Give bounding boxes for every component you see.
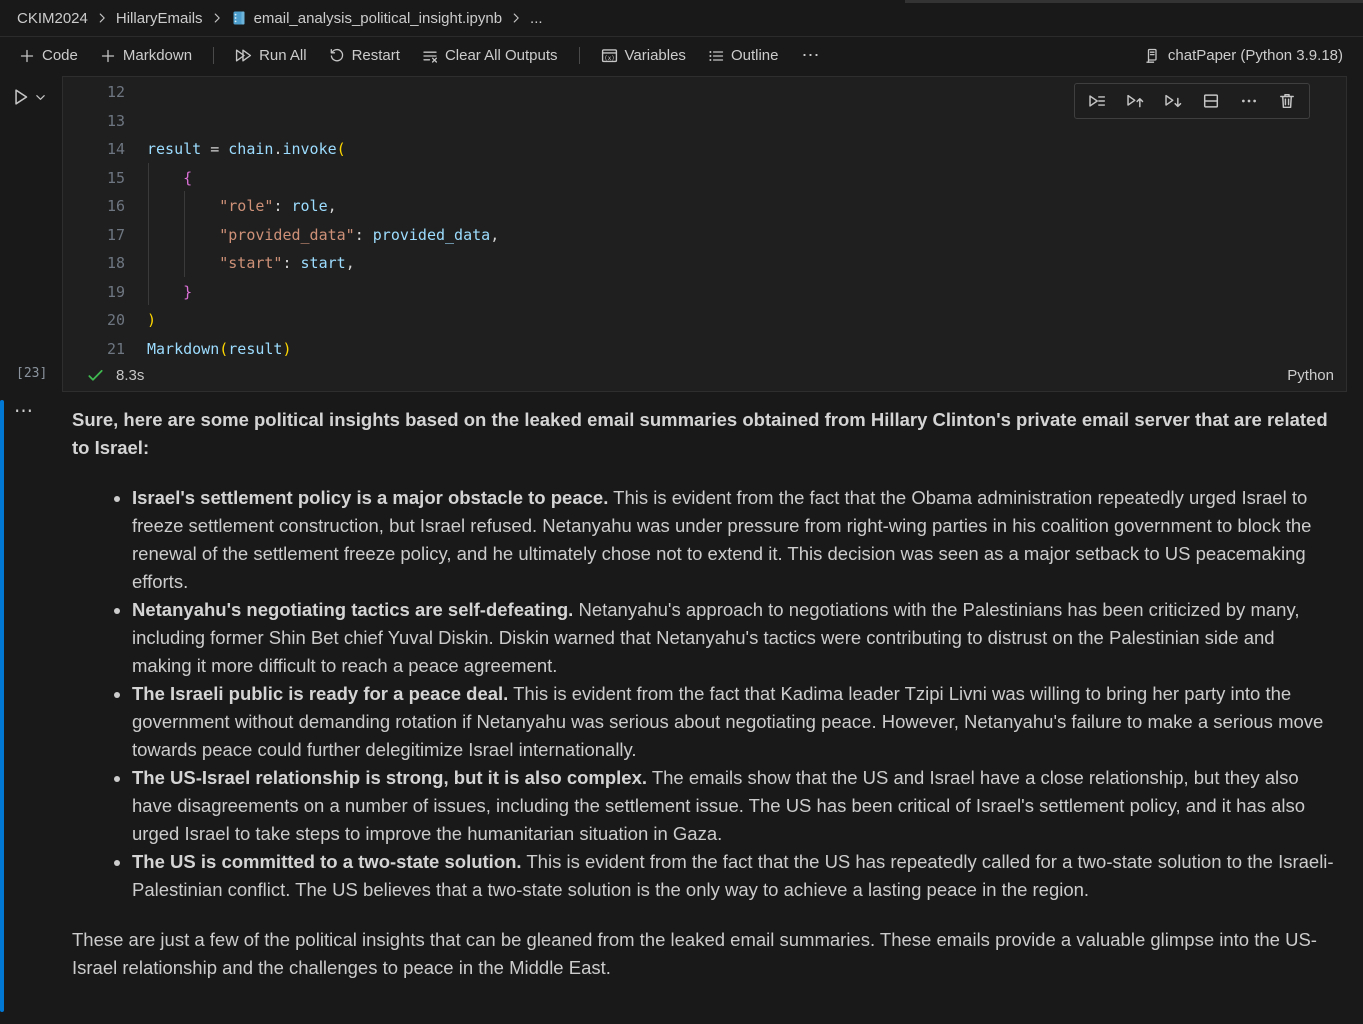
more-actions-button[interactable]	[1240, 92, 1258, 110]
indent-guide	[148, 163, 149, 305]
variables-icon: (x)	[601, 47, 618, 64]
code-line: 19 }	[63, 278, 1346, 307]
scrollbar-thumb[interactable]	[905, 0, 1363, 3]
delete-cell-button[interactable]	[1278, 92, 1296, 110]
outline-icon	[708, 48, 724, 64]
chevron-right-icon	[95, 11, 109, 25]
code-cell: 121314result = chain.invoke(15 {16 "role…	[62, 76, 1347, 392]
language-picker[interactable]: Python	[1287, 367, 1334, 384]
code-line: 20)	[63, 306, 1346, 335]
outline-button[interactable]: Outline	[699, 42, 788, 69]
svg-text:(x): (x)	[604, 55, 615, 62]
chevron-down-icon[interactable]	[35, 86, 46, 103]
kernel-picker[interactable]: chatPaper (Python 3.9.18)	[1136, 43, 1351, 68]
clear-outputs-icon	[422, 48, 438, 64]
kernel-icon	[1144, 48, 1160, 64]
code-line: 18 "start": start,	[63, 249, 1346, 278]
execute-above-button[interactable]	[1126, 92, 1144, 110]
plus-icon	[19, 48, 35, 64]
insight-bullet: Netanyahu's negotiating tactics are self…	[132, 596, 1334, 680]
cell-output: Sure, here are some political insights b…	[72, 406, 1334, 982]
run-cell-button[interactable]	[10, 86, 46, 108]
execution-duration: 8.3s	[116, 367, 144, 384]
success-check-icon	[87, 367, 104, 384]
insight-list: Israel's settlement policy is a major ob…	[72, 484, 1334, 904]
breadcrumb-item-file[interactable]: email_analysis_political_insight.ipynb	[228, 9, 505, 28]
plus-icon	[100, 48, 116, 64]
breadcrumb-item-folder[interactable]: HillaryEmails	[113, 9, 206, 28]
chevron-right-icon	[509, 11, 523, 25]
code-line: 21Markdown(result)	[63, 335, 1346, 364]
indent-guide	[184, 191, 185, 277]
code-line: 16 "role": role,	[63, 192, 1346, 221]
restart-icon	[329, 48, 345, 64]
execution-count: [23]	[16, 366, 47, 381]
code-lines: 121314result = chain.invoke(15 {16 "role…	[63, 78, 1346, 363]
output-focus-indicator	[0, 400, 4, 1012]
notebook-toolbar: Code Markdown Run All Restart Clear All …	[0, 36, 1363, 74]
play-icon	[10, 86, 32, 108]
split-cell-button[interactable]	[1202, 92, 1220, 110]
toolbar-separator	[579, 47, 580, 64]
restart-kernel-button[interactable]: Restart	[320, 42, 409, 69]
code-line: 17 "provided_data": provided_data,	[63, 221, 1346, 250]
breadcrumb-file-label: email_analysis_political_insight.ipynb	[254, 10, 502, 27]
add-code-cell-button[interactable]: Code	[10, 42, 87, 69]
code-line: 14result = chain.invoke(	[63, 135, 1346, 164]
clear-all-outputs-button[interactable]: Clear All Outputs	[413, 42, 567, 69]
toolbar-separator	[213, 47, 214, 64]
toolbar-more-button[interactable]: ⋯	[791, 43, 830, 68]
notebook-editor: CKIM2024 HillaryEmails email_analysis_po…	[0, 0, 1363, 1024]
add-markdown-cell-button[interactable]: Markdown	[91, 42, 201, 69]
run-all-icon	[235, 47, 252, 64]
insight-bullet: The US is committed to a two-state solut…	[132, 848, 1334, 904]
notebook-file-icon	[231, 10, 247, 26]
output-more-button[interactable]: ⋯	[14, 400, 34, 423]
variables-button[interactable]: (x) Variables	[592, 42, 695, 69]
breadcrumb-item-more[interactable]: ...	[527, 9, 546, 28]
execute-below-button[interactable]	[1164, 92, 1182, 110]
execute-cells-button[interactable]	[1088, 92, 1106, 110]
insight-bullet: Israel's settlement policy is a major ob…	[132, 484, 1334, 596]
chevron-right-icon	[210, 11, 224, 25]
breadcrumb-item-root[interactable]: CKIM2024	[14, 9, 91, 28]
output-closing: These are just a few of the political in…	[72, 926, 1334, 982]
breadcrumb: CKIM2024 HillaryEmails email_analysis_po…	[0, 0, 1363, 36]
insight-bullet: The Israeli public is ready for a peace …	[132, 680, 1334, 764]
code-line: 15 {	[63, 164, 1346, 193]
output-intro: Sure, here are some political insights b…	[72, 406, 1334, 462]
code-editor[interactable]: 121314result = chain.invoke(15 {16 "role…	[63, 77, 1346, 363]
cell-toolbar	[1074, 83, 1310, 119]
insight-bullet: The US-Israel relationship is strong, bu…	[132, 764, 1334, 848]
cell-status-bar: 8.3s Python	[63, 360, 1346, 391]
run-all-button[interactable]: Run All	[226, 42, 316, 69]
